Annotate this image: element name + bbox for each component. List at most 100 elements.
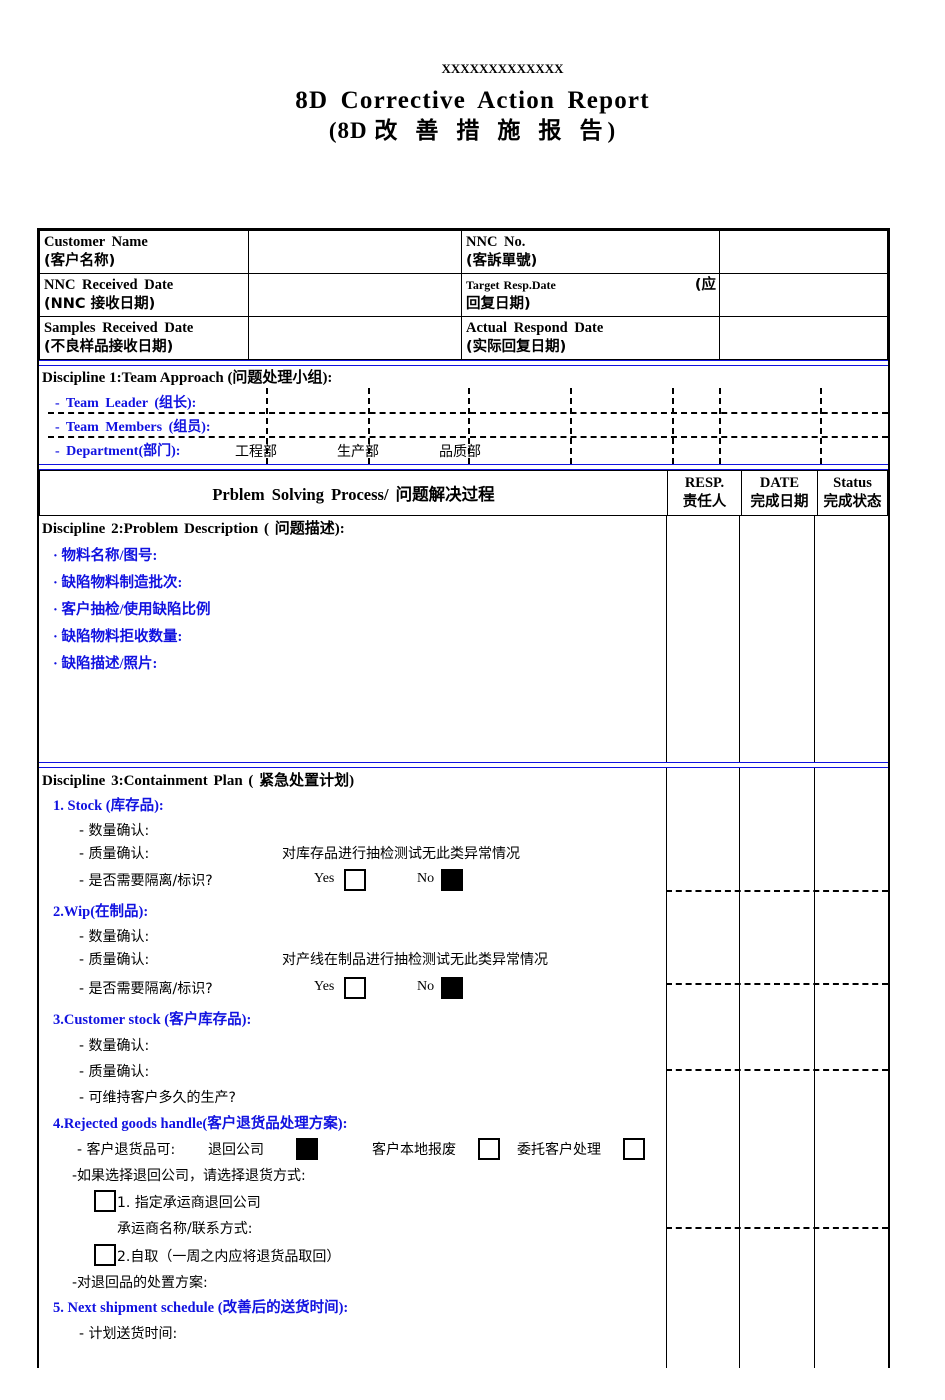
discipline-1-title: Discipline 1:Team Approach (问题处理小组): (42, 370, 333, 386)
team-members-row: - Team Members (组员): (39, 414, 888, 438)
d3-stock-quality-row: - 质量确认: 对库存品进行抽检测试无此类异常情况 (39, 844, 888, 866)
subtitle-chinese: 改 善 措 施 报 告 (374, 118, 608, 144)
table-row: Prblem Solving Process/ 问题解决过程 RESP. 责任人… (39, 470, 888, 516)
dashed-column (820, 388, 822, 464)
department-value-3[interactable]: 品质部 (439, 441, 481, 461)
actual-respond-date-value[interactable] (719, 316, 888, 360)
samples-received-date-label: Samples Received Date (不良样品接收日期) (39, 316, 249, 360)
d2-item-material: · 物料名称/图号: (53, 548, 158, 564)
d3-shipment-heading: 5. Next shipment schedule (改善后的送货时间): (53, 1300, 349, 1316)
department-value-1[interactable]: 工程部 (235, 441, 277, 461)
d3-rejected-method1-row: 1. 指定承运商退回公司 (39, 1190, 888, 1219)
d3-wip-isolate-row: - 是否需要隔离/标识? Yes No (39, 977, 888, 1009)
customer-name-value[interactable] (248, 230, 462, 274)
department-label: - Department(部门): (55, 444, 181, 459)
d2-item-qty: · 缺陷物料拒收数量: (53, 629, 183, 645)
discipline-2-section: Discipline 2:Problem Description ( 问题描述)… (39, 516, 888, 762)
company-code: XXXXXXXXXXXXX (441, 61, 564, 76)
department-value-2[interactable]: 生产部 (337, 441, 379, 461)
d3-stock-no-checkbox[interactable] (441, 869, 463, 891)
d3-rejected-option3-label: 委托客户处理 (517, 1142, 601, 1158)
d2-item-photo: · 缺陷描述/照片: (53, 656, 158, 672)
d2-item-lot: · 缺陷物料制造批次: (53, 575, 183, 591)
d3-wip-no-label: No (417, 979, 435, 994)
d3-rejected-method2-row: 2.自取（一周之内应将退货品取回） (39, 1244, 888, 1273)
d3-rejected-heading: 4.Rejected goods handle(客户退货品处理方案): (53, 1116, 348, 1132)
column-status: Status 完成状态 (817, 470, 888, 516)
d3-stock-quality-value[interactable]: 对库存品进行抽检测试无此类异常情况 (282, 844, 520, 864)
discipline-1-section: Discipline 1:Team Approach (问题处理小组): - T… (39, 366, 888, 464)
d3-rejected-ifreturn-label: -如果选择退回公司，请选择退货方式: (72, 1168, 306, 1184)
d3-rejected-disposal-label: -对退回品的处置方案: (72, 1275, 208, 1291)
d3-rejected-method2-checkbox[interactable] (94, 1244, 116, 1266)
d3-stock-isolate-label: - 是否需要隔离/标识? (79, 873, 213, 889)
dashed-divider (666, 1069, 888, 1071)
d3-rejected-method1-label: 1. 指定承运商退回公司 (117, 1195, 261, 1211)
d3-rejected-option2-checkbox[interactable] (478, 1138, 500, 1160)
col-sep-resp (666, 516, 667, 762)
d3-stock-no-label: No (417, 871, 435, 886)
d3-shipment-plan-label: - 计划送货时间: (79, 1326, 178, 1342)
actual-respond-date-label: Actual Respond Date (实际回复日期) (461, 316, 720, 360)
table-row: Samples Received Date (不良样品接收日期) Actual … (39, 316, 888, 360)
discipline-2-title: Discipline 2:Problem Description ( 问题描述)… (42, 521, 345, 537)
dashed-divider (666, 1227, 888, 1229)
title-block: XXXXXXXXXXXXX 8D Corrective Action Repor… (0, 61, 945, 145)
target-resp-date-value[interactable] (719, 273, 888, 317)
subtitle-suffix: ) (607, 118, 617, 143)
d3-custstock-duration-label: - 可维持客户多久的生产? (79, 1090, 236, 1106)
d3-rejected-carrier-label: 承运商名称/联系方式: (117, 1221, 253, 1237)
discipline-3-section: Discipline 3:Containment Plan ( 紧急处置计划) … (39, 768, 888, 1368)
d3-wip-quality-row: - 质量确认: 对产线在制品进行抽检测试无此类异常情况 (39, 950, 888, 972)
d3-wip-quality-value[interactable]: 对产线在制品进行抽检测试无此类异常情况 (282, 950, 548, 970)
d3-custstock-quality-label: - 质量确认: (79, 1064, 150, 1080)
department-row: - Department(部门): 工程部 生产部 品质部 (39, 438, 888, 464)
d3-wip-yes-checkbox[interactable] (344, 977, 366, 999)
dashed-column (719, 388, 721, 464)
d3-wip-no-checkbox[interactable] (441, 977, 463, 999)
d3-wip-yes-label: Yes (314, 979, 335, 994)
subtitle-prefix: (8D (328, 118, 368, 143)
col-sep-date (739, 516, 740, 762)
d3-custstock-heading: 3.Customer stock (客户库存品): (53, 1012, 252, 1028)
d3-stock-heading: 1. Stock (库存品): (53, 798, 164, 814)
d3-stock-quality-label: - 质量确认: (79, 846, 150, 862)
nnc-received-date-value[interactable] (248, 273, 462, 317)
dashed-column (266, 388, 268, 464)
d3-stock-yes-label: Yes (314, 871, 335, 886)
process-title: Prblem Solving Process/ 问题解决过程 (39, 470, 668, 516)
dashed-column (570, 388, 572, 464)
d3-rejected-method1-checkbox[interactable] (94, 1190, 116, 1212)
table-row: NNC Received Date (NNC 接收日期) Target Resp… (39, 273, 888, 317)
d3-stock-yes-checkbox[interactable] (344, 869, 366, 891)
target-resp-date-label: Target Resp.Date (应 回复日期) (461, 273, 720, 317)
d3-stock-qty-label: - 数量确认: (79, 823, 150, 839)
d3-rejected-option3-checkbox[interactable] (623, 1138, 645, 1160)
nnc-no-label: NNC No. (客訴單號) (461, 230, 720, 274)
d3-stock-isolate-row: - 是否需要隔离/标识? Yes No (39, 869, 888, 901)
page-title: 8D Corrective Action Report (295, 87, 650, 114)
d2-item-ratio: · 客户抽检/使用缺陷比例 (53, 602, 211, 618)
team-members-label: - Team Members (组员): (55, 420, 211, 435)
nnc-no-value[interactable] (719, 230, 888, 274)
d3-rejected-option2-label: 客户本地报废 (372, 1142, 456, 1158)
samples-received-date-value[interactable] (248, 316, 462, 360)
d3-rejected-options-label: - 客户退货品可: (77, 1142, 176, 1158)
customer-name-label: Customer Name (客户名称) (39, 230, 249, 274)
d3-wip-qty-label: - 数量确认: (79, 929, 150, 945)
d3-wip-heading: 2.Wip(在制品): (53, 904, 149, 920)
report-page: XXXXXXXXXXXXX 8D Corrective Action Repor… (0, 62, 945, 1400)
column-resp: RESP. 责任人 (667, 470, 742, 516)
d3-rejected-option1-checkbox[interactable] (296, 1138, 318, 1160)
d3-custstock-qty-label: - 数量确认: (79, 1038, 150, 1054)
dashed-column (368, 388, 370, 464)
report-table: Customer Name (客户名称) NNC No. (客訴單號) NNC … (37, 228, 890, 1368)
nnc-received-date-label: NNC Received Date (NNC 接收日期) (39, 273, 249, 317)
d3-rejected-options-row: - 客户退货品可: 退回公司 客户本地报废 委托客户处理 (39, 1137, 888, 1165)
dashed-column (672, 388, 674, 464)
team-leader-row: - Team Leader (组长): (39, 390, 888, 414)
page-subtitle: (8D 改 善 措 施 报 告) (0, 118, 945, 144)
table-row: Customer Name (客户名称) NNC No. (客訴單號) (39, 230, 888, 274)
d3-rejected-method2-label: 2.自取（一周之内应将退货品取回） (117, 1249, 341, 1265)
team-leader-label: - Team Leader (组长): (55, 396, 197, 411)
